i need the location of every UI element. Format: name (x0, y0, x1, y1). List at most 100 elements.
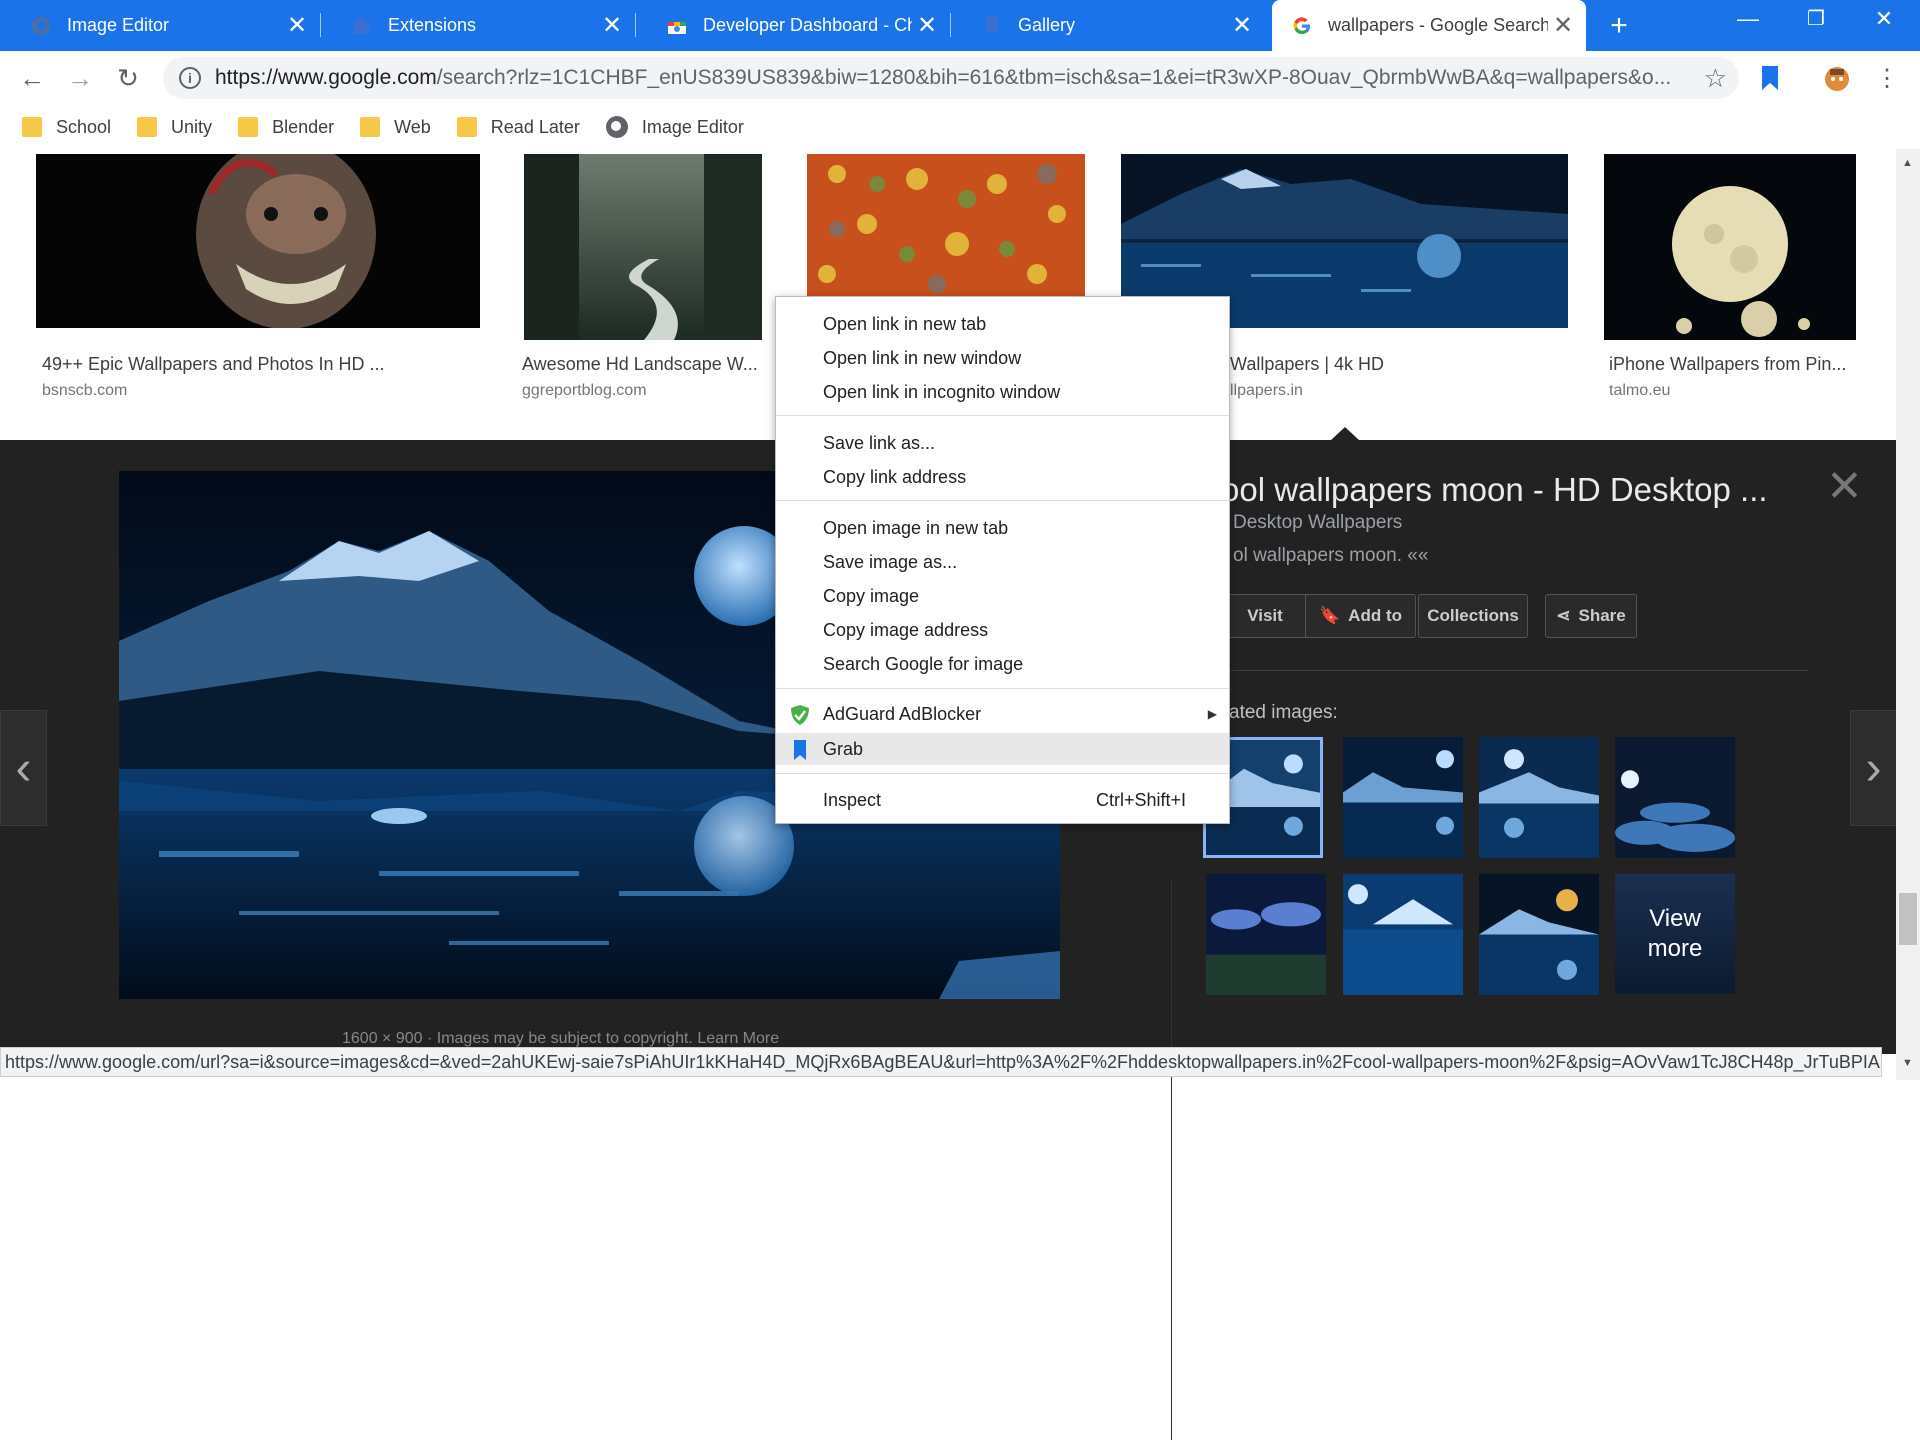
forward-arrow-icon[interactable]: → (61, 59, 99, 97)
back-arrow-icon[interactable]: ← (13, 59, 51, 97)
menu-item-label: Copy link address (823, 466, 967, 487)
toolbar: ← → ↻ i https://www.google.com/search?rl… (0, 51, 1920, 105)
close-tab-icon[interactable]: ✕ (1227, 11, 1257, 40)
related-thumbnail (1343, 737, 1463, 858)
menu-item-label: Save link as... (823, 432, 936, 453)
tab-gallery[interactable]: Gallery ✕ (951, 0, 1265, 51)
menu-inspect[interactable]: Inspect Ctrl+Shift+I (776, 784, 1229, 816)
result-title[interactable]: iPhone Wallpapers from Pin... (1609, 354, 1859, 375)
menu-separator (776, 500, 1229, 501)
bookmark-folder-read-later[interactable]: Read Later (456, 117, 580, 138)
bookmark-folder-web[interactable]: Web (360, 117, 431, 138)
result-image[interactable] (807, 154, 1085, 304)
menu-save-image-as[interactable]: Save image as... (776, 546, 1229, 578)
page-scrollbar[interactable]: ▲ ▼ (1896, 149, 1920, 1080)
tab-image-editor[interactable]: Image Editor ✕ (0, 0, 320, 51)
menu-copy-image[interactable]: Copy image (776, 580, 1229, 612)
related-thumbnail (1206, 874, 1326, 995)
minimize-icon[interactable]: — (1728, 6, 1768, 32)
close-tab-icon[interactable]: ✕ (912, 11, 942, 40)
image-copyright-line: 1600 × 900 · Images may be subject to co… (342, 1030, 780, 1047)
menu-grab[interactable]: Grab (776, 733, 1229, 765)
related-image[interactable] (1343, 874, 1463, 995)
menu-item-label: Open link in new window (823, 347, 1022, 368)
scroll-up-arrow-icon[interactable]: ▲ (1902, 157, 1913, 169)
submenu-arrow-icon: ▶ (1207, 707, 1217, 721)
related-thumbnail (1343, 874, 1463, 995)
menu-copy-image-address[interactable]: Copy image address (776, 614, 1229, 646)
bookmark-outline-icon: 🔖 (1319, 606, 1341, 625)
related-image[interactable] (1479, 737, 1599, 858)
preview-subtitle: Desktop Wallpapers (1233, 512, 1403, 533)
site-info-icon[interactable]: i (179, 67, 201, 89)
star-icon[interactable]: ☆ (1704, 63, 1727, 94)
close-window-icon[interactable]: ✕ (1864, 6, 1904, 32)
previous-image-button[interactable]: ‹ (0, 710, 47, 826)
tab-developer-dashboard[interactable]: Developer Dashboard - Chr ✕ (636, 0, 950, 51)
bookmark-folder-school[interactable]: School (22, 117, 111, 138)
result-title[interactable]: 49++ Epic Wallpapers and Photos In HD ..… (42, 354, 402, 375)
related-image[interactable] (1479, 874, 1599, 995)
next-image-button[interactable]: › (1850, 710, 1897, 826)
menu-search-google-for-image[interactable]: Search Google for image (776, 648, 1229, 680)
result-site: bsnscb.com (42, 382, 128, 399)
new-tab-button[interactable]: + (1602, 9, 1636, 43)
bookmarks-bar: School Unity Blender Web Read Later Imag… (0, 105, 1920, 149)
scroll-down-arrow-icon[interactable]: ▼ (1902, 1057, 1913, 1069)
scrollbar-thumb[interactable] (1899, 893, 1917, 945)
menu-open-link-new-tab[interactable]: Open link in new tab (776, 308, 1229, 340)
preview-title[interactable]: ool wallpapers moon - HD Desktop ... (1221, 471, 1768, 509)
tab-extensions[interactable]: Extensions ✕ (321, 0, 635, 51)
folder-icon (456, 117, 477, 137)
menu-kebab-icon[interactable]: ⋮ (1868, 59, 1906, 97)
bookmark-folder-unity[interactable]: Unity (137, 117, 212, 138)
bookmark-icon (986, 16, 998, 35)
restore-icon[interactable]: ❐ (1796, 6, 1836, 31)
tab-title: Developer Dashboard - Chr (703, 15, 912, 35)
result-image[interactable] (524, 154, 762, 340)
menu-open-link-incognito[interactable]: Open link in incognito window (776, 376, 1229, 408)
collections-button[interactable]: Collections (1418, 594, 1528, 638)
close-tab-icon[interactable]: ✕ (597, 11, 627, 40)
menu-open-image-new-tab[interactable]: Open image in new tab (776, 512, 1229, 544)
view-more-button[interactable]: View more (1615, 874, 1735, 994)
menu-save-link-as[interactable]: Save link as... (776, 427, 1229, 459)
webstore-icon (668, 21, 686, 34)
result-site: llpapers.in (1230, 382, 1303, 399)
status-bar-url: https://www.google.com/url?sa=i&source=i… (0, 1047, 1882, 1077)
menu-separator (776, 415, 1229, 416)
menu-copy-link-address[interactable]: Copy link address (776, 461, 1229, 493)
share-button[interactable]: ⋖ Share (1545, 594, 1637, 638)
tab-title: Gallery (1018, 15, 1076, 35)
related-image[interactable] (1206, 874, 1326, 995)
close-tab-icon[interactable]: ✕ (1548, 11, 1578, 40)
grab-bookmark-icon[interactable] (1761, 65, 1779, 91)
address-bar[interactable]: i https://www.google.com/search?rlz=1C1C… (163, 57, 1739, 99)
preview-description: ol wallpapers moon. «« (1233, 545, 1429, 566)
result-title[interactable]: Wallpapers | 4k HD (1230, 354, 1430, 375)
menu-separator (776, 688, 1229, 689)
extension-avatar-icon[interactable] (1822, 63, 1852, 93)
url-text[interactable]: https://www.google.com/search?rlz=1C1CHB… (215, 66, 1695, 90)
menu-item-label: Inspect (823, 789, 882, 810)
result-image[interactable] (36, 149, 480, 329)
related-image[interactable] (1343, 737, 1463, 858)
add-to-button[interactable]: 🔖 Add to (1305, 594, 1416, 638)
close-panel-icon[interactable]: ✕ (1826, 461, 1863, 512)
menu-item-label: AdGuard AdBlocker (823, 703, 982, 724)
folder-icon (238, 117, 259, 137)
bookmark-image-editor[interactable]: Image Editor (605, 116, 744, 138)
close-tab-icon[interactable]: ✕ (282, 11, 312, 40)
result-title[interactable]: Awesome Hd Landscape W... (522, 354, 762, 375)
share-label: Share (1578, 606, 1626, 625)
reload-icon[interactable]: ↻ (109, 59, 147, 97)
folder-icon (22, 117, 42, 137)
menu-open-link-new-window[interactable]: Open link in new window (776, 342, 1229, 374)
tab-google-search[interactable]: wallpapers - Google Search ✕ (1272, 0, 1586, 51)
menu-adguard-adblocker[interactable]: AdGuard AdBlocker ▶ (776, 698, 1229, 730)
bookmark-folder-blender[interactable]: Blender (238, 117, 334, 138)
tab-title: Extensions (388, 15, 477, 35)
result-image[interactable] (1604, 154, 1856, 340)
adguard-shield-icon (791, 705, 809, 725)
related-image[interactable] (1615, 737, 1735, 858)
